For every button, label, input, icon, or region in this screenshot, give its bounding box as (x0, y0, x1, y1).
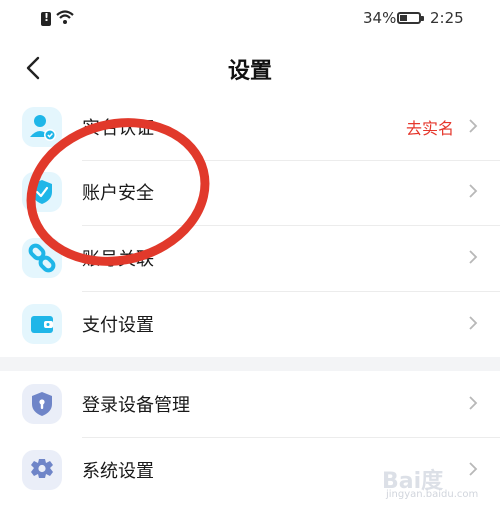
battery-percent: 34% (363, 9, 397, 27)
sim-alert-icon (41, 11, 51, 26)
clock: 2:25 (430, 9, 464, 27)
chevron-right-icon (469, 396, 478, 410)
chevron-right-icon (469, 119, 478, 133)
settings-item-label: 账户安全 (82, 183, 154, 204)
wallet-icon (22, 304, 62, 344)
device-shield-icon (22, 384, 62, 424)
settings-item-label: 登录设备管理 (82, 395, 190, 416)
settings-item-label: 支付设置 (82, 315, 154, 336)
chevron-right-icon (469, 316, 478, 330)
settings-item-real-name[interactable]: 实名认证 去实名 (0, 94, 500, 160)
user-verify-icon (22, 107, 62, 147)
wifi-icon (56, 10, 74, 24)
gear-icon (22, 450, 62, 490)
settings-item-label: 账号关联 (82, 249, 154, 270)
real-name-action-text[interactable]: 去实名 (406, 115, 454, 139)
settings-item-payment[interactable]: 支付设置 (0, 291, 500, 357)
settings-item-account-security[interactable]: 账户安全 (0, 159, 500, 225)
page-title: 设置 (227, 59, 272, 84)
status-bar: 34% 2:25 (0, 0, 500, 38)
link-icon (22, 238, 62, 278)
watermark-sub: jingyan.baidu.com (386, 489, 479, 500)
battery-icon (397, 12, 424, 24)
section-gap (0, 357, 500, 371)
baidu-watermark: Bai度 jingyan.baidu.com (382, 459, 492, 505)
chevron-right-icon (469, 184, 478, 198)
settings-item-login-devices[interactable]: 登录设备管理 (0, 371, 500, 437)
chevron-right-icon (469, 250, 478, 264)
settings-item-label: 实名认证 (82, 118, 154, 139)
shield-check-icon (22, 172, 62, 212)
settings-item-account-link[interactable]: 账号关联 (0, 225, 500, 291)
settings-item-label: 系统设置 (82, 461, 154, 482)
header: 设置 (0, 40, 500, 96)
